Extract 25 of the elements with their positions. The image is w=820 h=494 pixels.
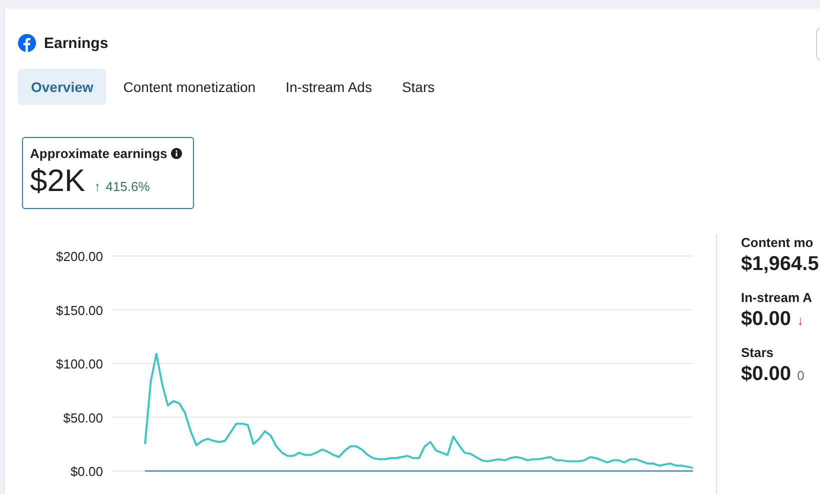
metric-value: $2K [30, 163, 86, 199]
breakdown-label: Stars [741, 345, 775, 360]
change-value: 0 [797, 368, 804, 383]
change-percent: 415.6% [106, 179, 150, 194]
y-axis-label: $100.00 [56, 356, 103, 372]
breakdown-value: $1,964.5 [741, 253, 819, 276]
breakdown-label: Content mo [741, 235, 814, 250]
tab[interactable]: Overview [18, 69, 106, 105]
y-axis-label: $200.00 [56, 249, 103, 264]
breakdown-label: In-stream A [741, 290, 814, 305]
y-axis-label: $150.00 [56, 302, 103, 318]
y-axis-label: $50.00 [63, 410, 103, 426]
tab[interactable]: Stars [388, 69, 448, 105]
breakdown-value: $0.00 [741, 363, 792, 386]
tab[interactable]: Content monetization [110, 69, 269, 105]
y-axis-label: $0.00 [70, 464, 103, 479]
metric-title: Approximate earnings [30, 146, 168, 161]
metric-card[interactable]: Approximate earnings $2K ↑ 415.6% [22, 137, 194, 209]
page-title: Earnings [44, 34, 108, 52]
breakdown-value: $0.00 [741, 308, 792, 331]
change-arrow: ↑ [94, 179, 101, 194]
tab[interactable]: In-stream Ads [272, 69, 385, 105]
change-arrow: ↓ [797, 313, 804, 328]
info-icon [171, 148, 182, 159]
facebook-icon [18, 34, 36, 52]
